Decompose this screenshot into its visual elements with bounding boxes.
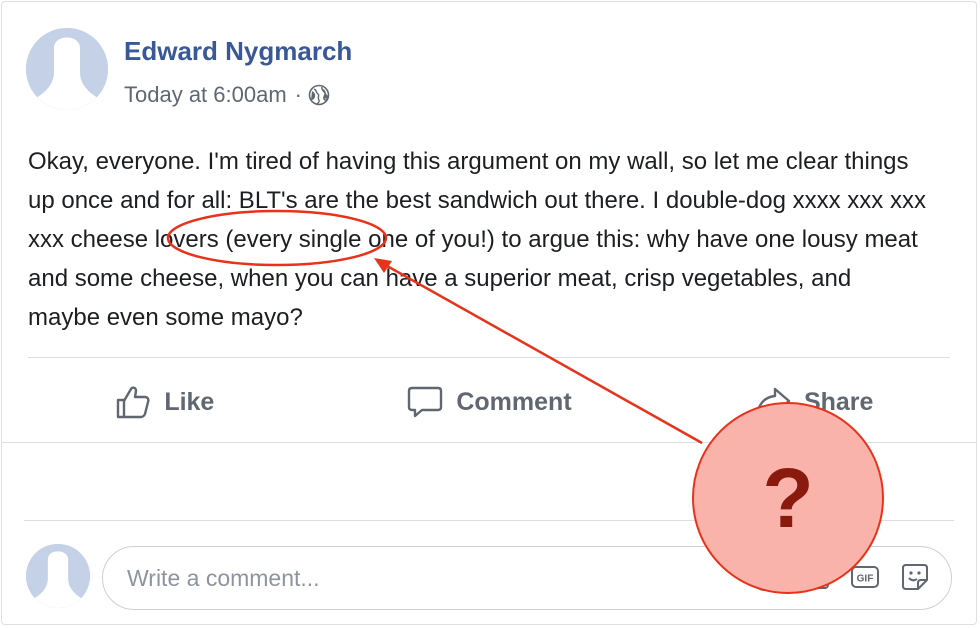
meta-separator: ·	[294, 82, 302, 107]
svg-text:GIF: GIF	[857, 574, 874, 585]
like-label: Like	[164, 387, 215, 416]
post-text-after: cheese lovers (every single one of you!)…	[28, 226, 918, 331]
default-avatar-icon	[26, 544, 90, 608]
comment-input[interactable]	[125, 563, 689, 593]
post-timestamp[interactable]: Today at 6:00am	[124, 82, 287, 108]
post-text-before: Okay, everyone. I'm tired of having this…	[28, 148, 909, 214]
sticker-icon[interactable]	[897, 559, 933, 595]
like-button[interactable]: Like	[2, 372, 327, 432]
question-mark-callout: ?	[692, 402, 884, 594]
post-text: Okay, everyone. I'm tired of having this…	[28, 142, 928, 337]
divider	[28, 357, 950, 358]
post-meta: Today at 6:00am ·	[124, 82, 330, 108]
viewer-avatar[interactable]	[26, 544, 90, 608]
globe-icon[interactable]	[308, 84, 330, 106]
author-name[interactable]: Edward Nygmarch	[124, 36, 352, 67]
thumbs-up-icon	[117, 386, 150, 419]
comment-label: Comment	[456, 387, 572, 416]
author-avatar[interactable]	[26, 28, 108, 110]
comment-button[interactable]: Comment	[327, 372, 652, 432]
comment-bubble-icon	[408, 386, 443, 418]
default-avatar-icon	[26, 28, 108, 110]
